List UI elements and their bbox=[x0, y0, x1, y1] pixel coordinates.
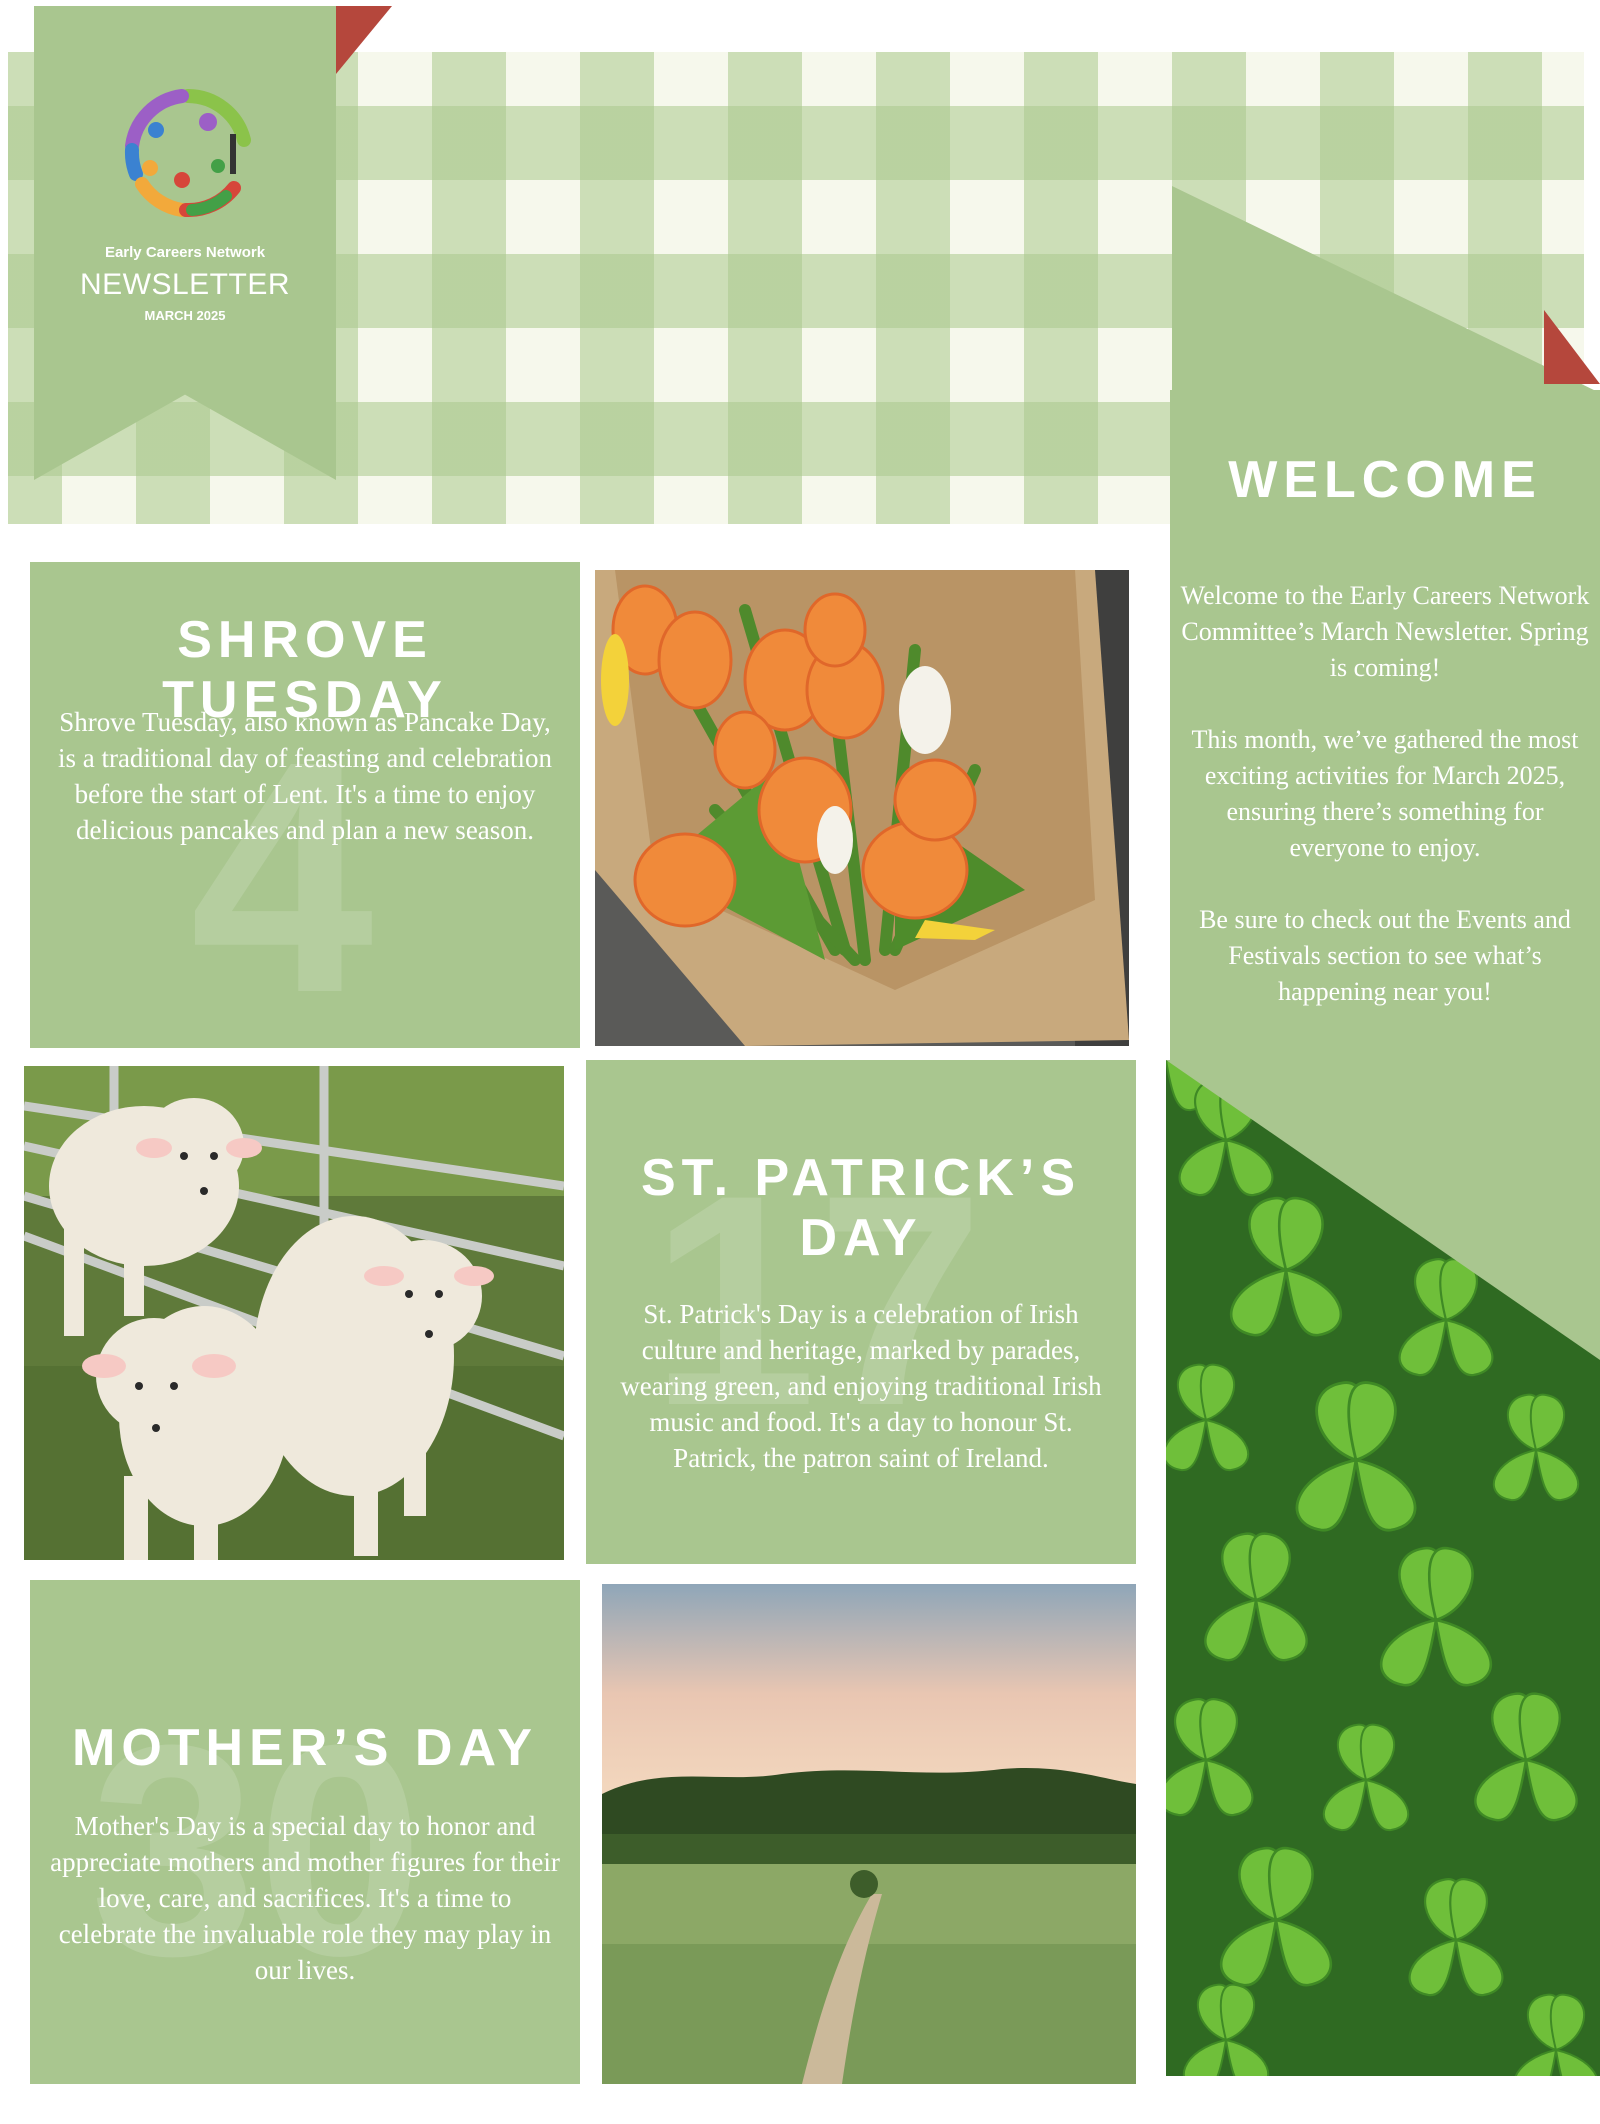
issue-date: MARCH 2025 bbox=[144, 308, 226, 323]
st-patricks-panel: 17 ST. PATRICK’S DAY St. Patrick's Day i… bbox=[586, 1060, 1136, 1564]
tulip-bouquet-photo bbox=[595, 570, 1129, 1046]
shrove-body: Shrove Tuesday, also known as Pancake Da… bbox=[57, 707, 553, 845]
mothers-heading: MOTHER’S DAY bbox=[72, 1719, 538, 1777]
lambs-photo bbox=[24, 1066, 564, 1560]
shrove-tuesday-panel: 4 SHROVE TUESDAY Shrove Tuesday, also kn… bbox=[30, 562, 580, 1048]
mothers-day-panel: 30 MOTHER’S DAY Mother's Day is a specia… bbox=[30, 1580, 580, 2084]
newsletter-title: NEWSLETTER bbox=[79, 268, 291, 301]
patrick-heading-line-2: DAY bbox=[799, 1209, 923, 1267]
people-circle-logo-icon bbox=[124, 89, 251, 218]
shamrock-clovers-photo bbox=[1166, 1060, 1600, 2076]
patrick-heading-line-1: ST. PATRICK’S bbox=[640, 1149, 1082, 1207]
mothers-body: Mother's Day is a special day to honor a… bbox=[50, 1811, 560, 1985]
network-name: Early Careers Network bbox=[104, 244, 266, 261]
patrick-body: St. Patrick's Day is a celebration of Ir… bbox=[620, 1299, 1102, 1473]
welcome-text: Welcome to the Early Careers Network Com… bbox=[1180, 578, 1590, 1046]
patrick-heading: ST. PATRICK’S DAY bbox=[586, 1148, 1136, 1268]
welcome-paragraph-1: Welcome to the Early Careers Network Com… bbox=[1180, 581, 1590, 682]
welcome-paragraph-2: This month, we’ve gathered the most exci… bbox=[1191, 725, 1579, 862]
welcome-paragraph-3: Be sure to check out the Events and Fest… bbox=[1199, 905, 1571, 1006]
welcome-fold-corner bbox=[1544, 310, 1600, 384]
meadow-sunset-photo bbox=[602, 1584, 1136, 2084]
ribbon-fold-corner bbox=[336, 6, 392, 74]
welcome-heading: WELCOME bbox=[1228, 451, 1542, 509]
welcome-panel: WELCOME Welcome to the Early Careers Net… bbox=[1170, 390, 1600, 1060]
